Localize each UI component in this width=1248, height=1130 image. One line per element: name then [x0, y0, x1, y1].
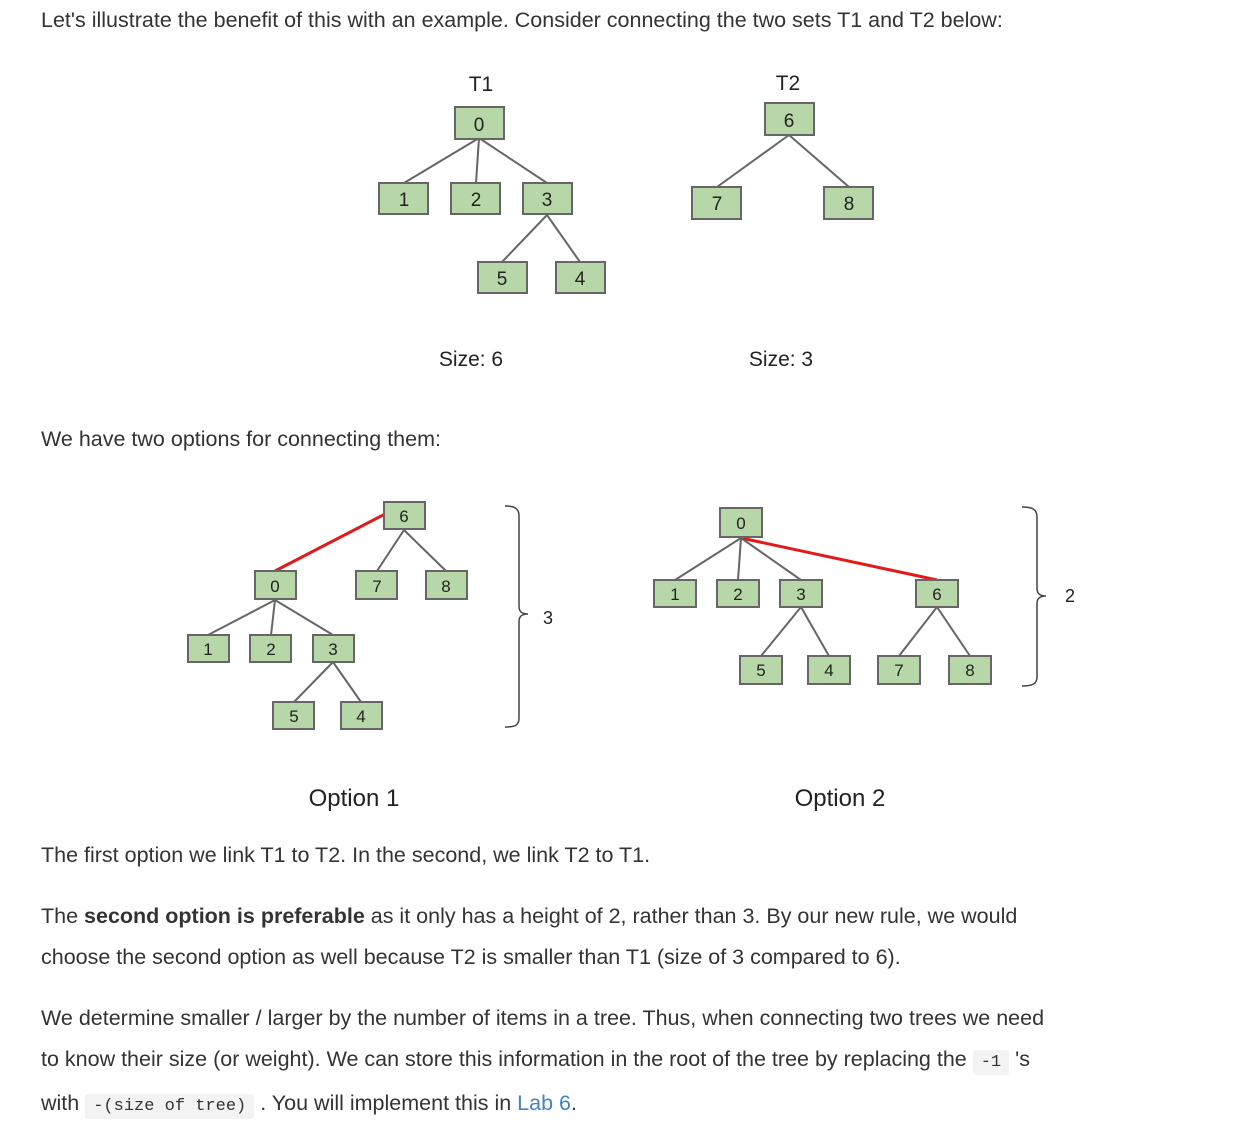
option2-node: 8: [948, 655, 992, 685]
options-intro-paragraph: We have two options for connecting them:: [41, 427, 441, 451]
t1-node: 0: [454, 106, 505, 140]
option2-height: 2: [1065, 586, 1075, 606]
t1-node: 4: [555, 261, 606, 294]
inline-code-size-of-tree: -(size of tree): [85, 1094, 255, 1119]
svg-text:3: 3: [796, 585, 805, 604]
option2-node: 6: [915, 579, 959, 608]
t2-size: Size: 3: [749, 348, 813, 371]
svg-text:8: 8: [965, 661, 974, 680]
option1-node: 4: [340, 701, 383, 730]
option1-node: 3: [312, 634, 355, 663]
option2-node: 2: [716, 579, 760, 608]
svg-text:4: 4: [356, 707, 365, 726]
svg-text:0: 0: [270, 577, 279, 596]
svg-text:1: 1: [670, 585, 679, 604]
size-paragraph: We determine smaller / larger by the num…: [41, 998, 1044, 1127]
lab-6-link[interactable]: Lab 6: [517, 1091, 571, 1115]
option1-node: 5: [272, 701, 315, 730]
option1-label: Option 1: [309, 785, 400, 812]
svg-text:2: 2: [471, 190, 482, 211]
svg-text:6: 6: [784, 111, 795, 132]
t1-size: Size: 6: [439, 348, 503, 371]
t1-node: 1: [378, 182, 429, 215]
t2-node: 6: [764, 102, 815, 136]
option1-node: 2: [249, 634, 292, 663]
option2-node: 3: [779, 579, 823, 608]
svg-text:2: 2: [733, 585, 742, 604]
svg-text:1: 1: [203, 640, 212, 659]
option1-node: 7: [355, 570, 398, 600]
t1-node: 2: [450, 182, 501, 215]
svg-text:0: 0: [474, 115, 485, 136]
option1-node: 8: [425, 570, 468, 600]
t2-title: T2: [776, 72, 801, 95]
option2-node: 5: [739, 655, 783, 685]
svg-text:5: 5: [497, 269, 508, 290]
svg-text:6: 6: [399, 507, 408, 526]
preference-paragraph: The second option is preferable as it on…: [41, 904, 1018, 969]
svg-text:2: 2: [266, 640, 275, 659]
svg-text:4: 4: [575, 269, 586, 290]
option2-label: Option 2: [795, 785, 886, 812]
svg-text:4: 4: [824, 661, 833, 680]
inline-code-minus-one: -1: [972, 1050, 1010, 1075]
svg-text:6: 6: [932, 585, 941, 604]
option1-node: 0: [254, 570, 297, 600]
t1-node: 5: [477, 261, 528, 294]
svg-text:7: 7: [894, 661, 903, 680]
option2-height-brace: [1021, 506, 1047, 687]
option1-height-brace: [504, 505, 529, 728]
svg-text:7: 7: [712, 194, 723, 215]
svg-text:1: 1: [399, 190, 410, 211]
trees-figure: T1 0 1 2 3 5 4 Size: 6 T2 6 7 8 Size: 3 …: [187, 72, 1075, 812]
link-explanation-paragraph: The first option we link T1 to T2. In th…: [41, 843, 651, 867]
option2-node: 1: [653, 579, 697, 608]
option2-node: 7: [877, 655, 921, 685]
t1-node: 3: [522, 182, 573, 215]
t2-node: 7: [691, 186, 742, 220]
option1-node: 6: [383, 501, 426, 530]
svg-text:8: 8: [441, 577, 450, 596]
svg-text:0: 0: [736, 514, 745, 533]
option1-height: 3: [543, 608, 553, 628]
option1-node: 1: [187, 634, 230, 663]
option2-node: 4: [807, 655, 851, 685]
t1-title: T1: [469, 73, 494, 96]
t2-node: 8: [823, 186, 874, 220]
option2-node: 0: [719, 507, 763, 538]
svg-text:3: 3: [328, 640, 337, 659]
svg-text:8: 8: [844, 194, 855, 215]
svg-text:5: 5: [756, 661, 765, 680]
svg-text:3: 3: [542, 190, 553, 211]
svg-text:5: 5: [289, 707, 298, 726]
bold-emphasis: second option is preferable: [84, 904, 365, 928]
svg-text:7: 7: [372, 577, 381, 596]
